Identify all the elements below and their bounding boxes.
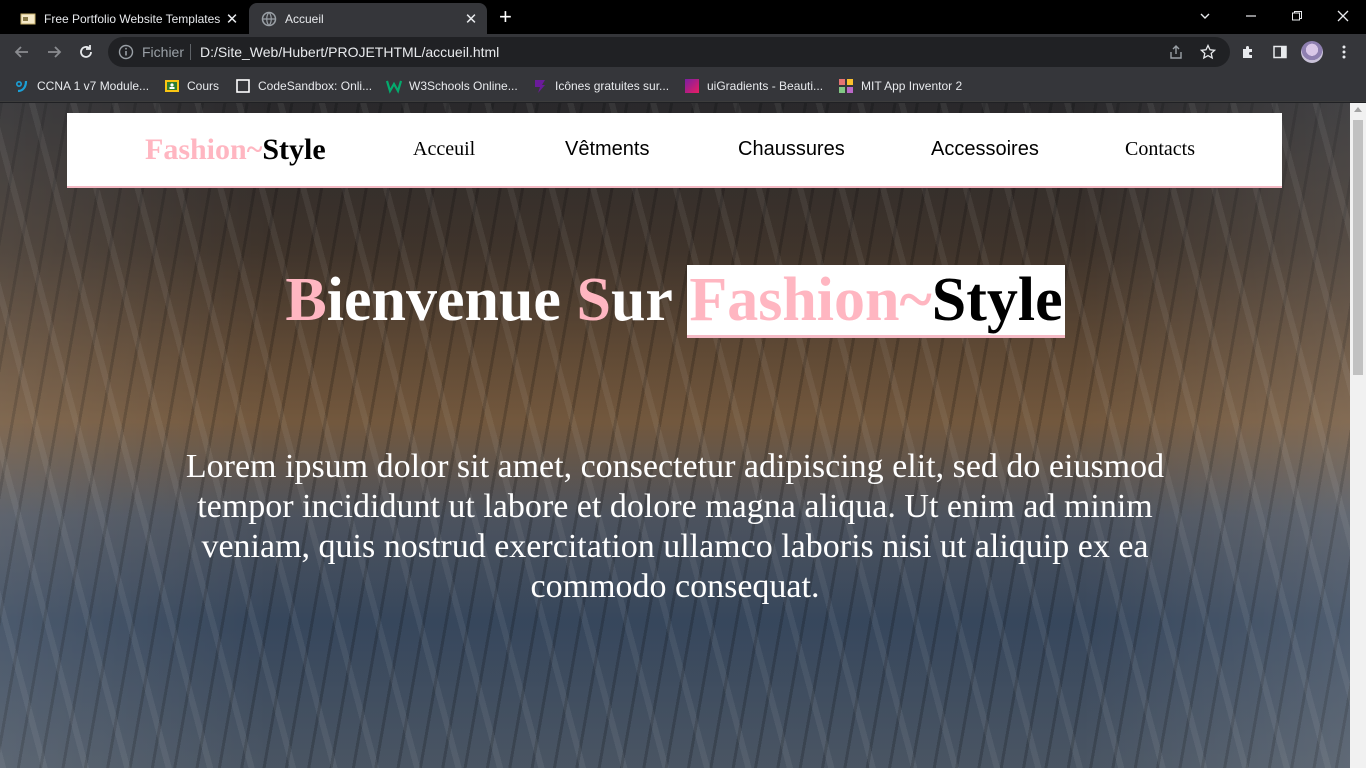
tab-title: Accueil — [285, 11, 324, 26]
tab-search-chevron-icon[interactable] — [1182, 0, 1228, 32]
bookmark-appinventor[interactable]: MIT App Inventor 2 — [838, 76, 962, 96]
hero-title: Bienvenue Sur Fashion~Style — [0, 263, 1350, 338]
image-favicon-icon — [20, 13, 36, 24]
share-icon[interactable] — [1166, 42, 1186, 62]
nav-link-accessoires[interactable]: Accessoires — [931, 137, 1039, 161]
menu-kebab-icon[interactable] — [1334, 42, 1354, 62]
scroll-thumb[interactable] — [1353, 120, 1363, 375]
hero-brand-box: Fashion~Style — [687, 265, 1065, 338]
tab-strip: Free Portfolio Website Templates ✕ Accue… — [0, 0, 1366, 34]
bookmark-label: Cours — [187, 79, 220, 93]
bookmark-star-icon[interactable] — [1198, 42, 1218, 62]
nav-link-vetments[interactable]: Vêtments — [565, 137, 649, 161]
back-icon[interactable] — [12, 42, 32, 62]
logo-part1: Fashion~ — [145, 133, 263, 166]
page-viewport: Fashion~Style Acceuil Vêtments Chaussure… — [0, 103, 1350, 768]
bookmark-label: uiGradients - Beauti... — [707, 79, 824, 93]
minimize-icon[interactable] — [1228, 0, 1274, 32]
site-navbar: Fashion~Style Acceuil Vêtments Chaussure… — [67, 113, 1282, 188]
bookmark-codesandbox[interactable]: CodeSandbox: Onli... — [235, 76, 372, 96]
classroom-icon — [165, 80, 179, 92]
tab-accueil[interactable]: Accueil ✕ — [249, 3, 487, 34]
bookmark-label: Icônes gratuites sur... — [555, 79, 670, 93]
bookmark-uigradients[interactable]: uiGradients - Beauti... — [684, 76, 823, 96]
tab-close-icon[interactable]: ✕ — [222, 10, 242, 28]
bookmark-ccna[interactable]: CCNA 1 v7 Module... — [14, 76, 149, 96]
nav-link-acceuil[interactable]: Acceuil — [413, 137, 475, 161]
tab-close-icon[interactable]: ✕ — [461, 10, 481, 28]
tab-portfolio-templates[interactable]: Free Portfolio Website Templates ✕ — [8, 3, 248, 34]
side-panel-icon[interactable] — [1270, 42, 1290, 62]
bookmark-label: CCNA 1 v7 Module... — [37, 79, 150, 93]
address-divider — [190, 44, 191, 60]
bookmarks-bar: CCNA 1 v7 Module... Cours CodeSandbox: O… — [0, 70, 1366, 102]
bookmark-flaticon[interactable]: Icônes gratuites sur... — [532, 76, 669, 96]
codesandbox-icon — [236, 79, 250, 93]
forward-icon[interactable] — [44, 42, 64, 62]
globe-icon — [261, 11, 277, 26]
cisco-icon — [15, 80, 28, 93]
page-scrollbar[interactable] — [1350, 103, 1366, 768]
new-tab-icon[interactable]: + — [499, 6, 512, 28]
scheme-label: Fichier — [142, 44, 185, 60]
url-text[interactable]: D:/Site_Web/Hubert/PROJETHTML/accueil.ht… — [200, 44, 499, 60]
uigradients-icon — [685, 79, 699, 93]
site-logo[interactable]: Fashion~Style — [145, 133, 326, 167]
flaticon-icon — [535, 80, 545, 93]
hero-paragraph: Lorem ipsum dolor sit amet, consectetur … — [185, 448, 1165, 605]
scroll-up-arrow-icon[interactable] — [1354, 107, 1362, 112]
restore-icon[interactable] — [1274, 0, 1320, 32]
profile-avatar[interactable] — [1301, 41, 1323, 63]
browser-toolbar: Fichier D:/Site_Web/Hubert/PROJETHTML/ac… — [0, 34, 1366, 70]
bookmark-label: MIT App Inventor 2 — [861, 79, 963, 93]
bookmark-cours[interactable]: Cours — [164, 76, 219, 96]
logo-part2: Style — [262, 133, 326, 166]
nav-link-chaussures[interactable]: Chaussures — [738, 137, 845, 161]
extensions-icon[interactable] — [1238, 42, 1258, 62]
w3schools-icon — [386, 80, 402, 94]
info-icon[interactable] — [118, 44, 134, 60]
bookmark-label: CodeSandbox: Onli... — [258, 79, 373, 93]
appinventor-icon — [839, 79, 853, 93]
nav-link-contacts[interactable]: Contacts — [1125, 137, 1195, 161]
bookmark-label: W3Schools Online... — [409, 79, 518, 93]
close-window-icon[interactable] — [1320, 0, 1366, 32]
reload-icon[interactable] — [76, 42, 96, 62]
tab-title: Free Portfolio Website Templates — [44, 11, 221, 26]
bookmark-w3schools[interactable]: W3Schools Online... — [386, 76, 518, 96]
address-bar[interactable]: Fichier D:/Site_Web/Hubert/PROJETHTML/ac… — [108, 37, 1230, 67]
